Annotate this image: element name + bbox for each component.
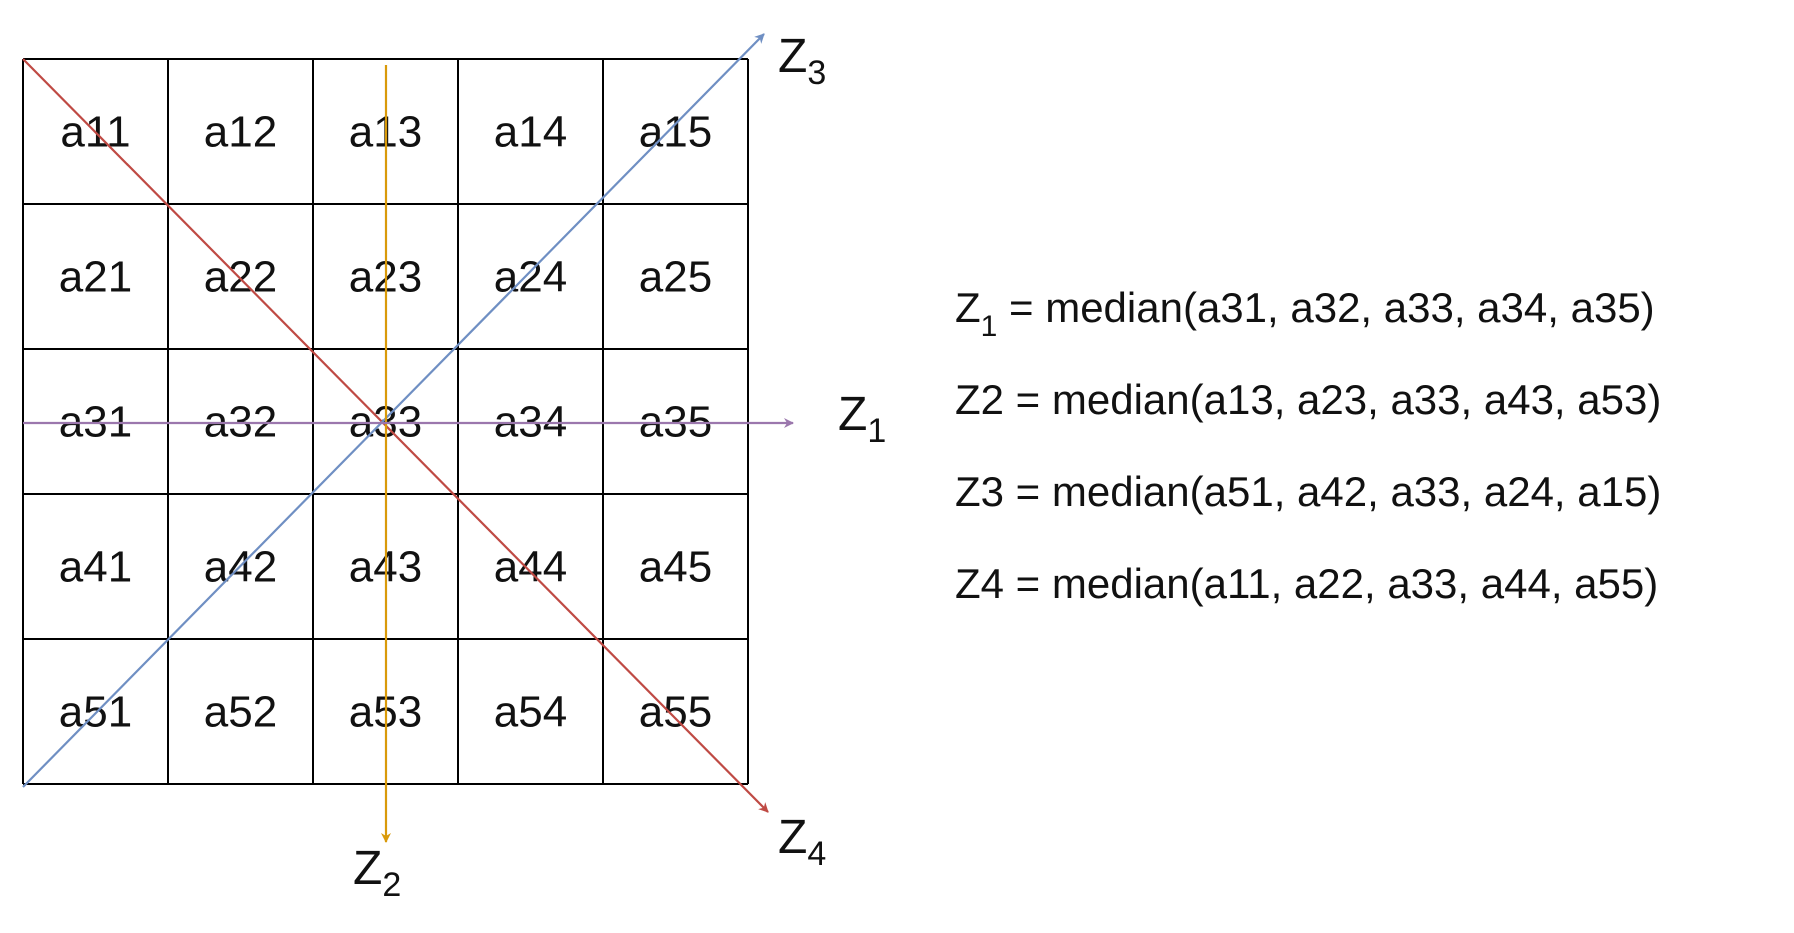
formula-name: Z3 [955, 468, 1005, 515]
z1-label: Z1 [838, 388, 886, 450]
grid-cell-label: a25 [639, 253, 712, 302]
grid-cell-label: a22 [204, 253, 277, 302]
grid-cell-label: a21 [59, 253, 132, 302]
grid-cell-label: a12 [204, 108, 277, 157]
formula-line: Z3 = median(a51, a42, a33, a24, a15) [955, 446, 1775, 538]
grid-cell-label: a52 [204, 688, 277, 737]
formula-expression: = median(a51, a42, a33, a24, a15) [1004, 468, 1662, 515]
grid-cell-label: a24 [494, 253, 567, 302]
formula-line: Z1 = median(a31, a32, a33, a34, a35) [955, 262, 1775, 354]
formula-line: Z4 = median(a11, a22, a33, a44, a55) [955, 538, 1775, 630]
formula-name: Z [955, 284, 981, 331]
grid-cell-label: a41 [59, 543, 132, 592]
z4-label: Z4 [778, 811, 826, 873]
formula-name: Z2 [955, 376, 1005, 423]
formula-list: Z1 = median(a31, a32, a33, a34, a35) Z2 =… [955, 262, 1775, 630]
z2-label: Z2 [353, 842, 401, 904]
formula-expression: = median(a31, a32, a33, a34, a35) [997, 284, 1655, 331]
z3-label: Z3 [778, 30, 826, 92]
grid-cell-label: a44 [494, 543, 567, 592]
grid-cell-label: a45 [639, 543, 712, 592]
formula-line: Z2 = median(a13, a23, a33, a43, a53) [955, 354, 1775, 446]
formula-name: Z4 [955, 560, 1005, 607]
formula-expression: = median(a13, a23, a33, a43, a53) [1004, 376, 1662, 423]
grid-cell-label: a14 [494, 108, 567, 157]
grid-cell-label: a54 [494, 688, 567, 737]
formula-subscript: 1 [980, 310, 998, 343]
formula-expression: = median(a11, a22, a33, a44, a55) [1004, 560, 1659, 607]
grid-cell-label: a55 [639, 688, 712, 737]
